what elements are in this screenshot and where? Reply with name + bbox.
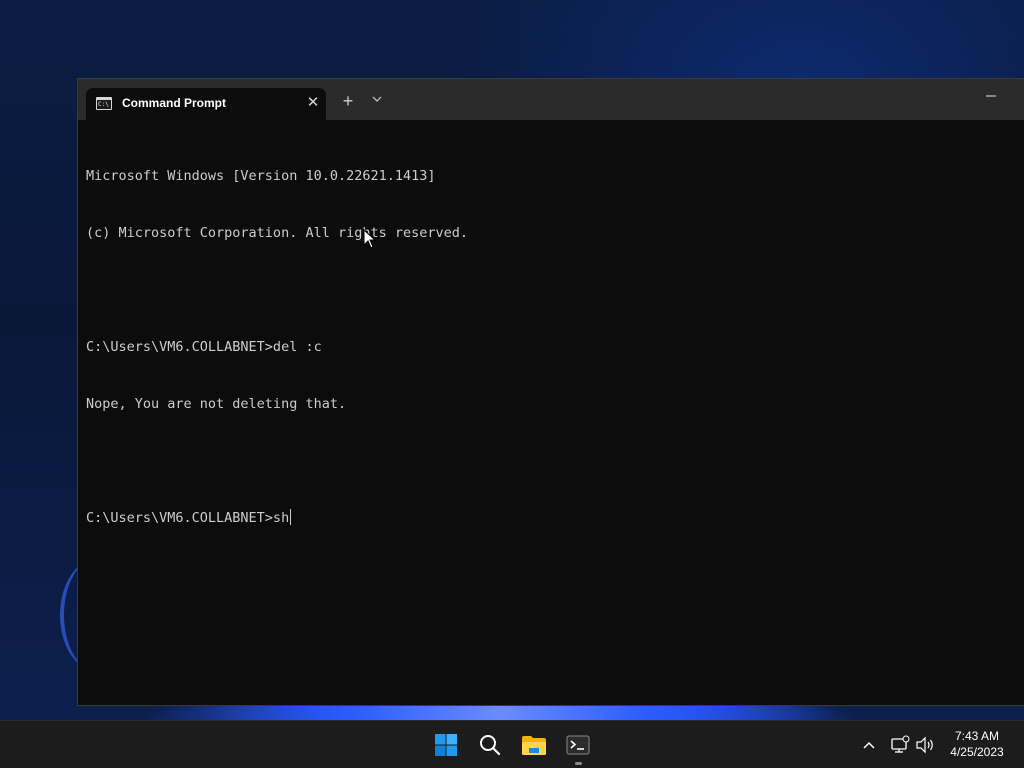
console-line: (c) Microsoft Corporation. All rights re…: [86, 225, 469, 241]
chevron-up-icon[interactable]: [860, 735, 878, 755]
clock-date: 4/25/2023: [950, 745, 1004, 759]
command-prompt-window[interactable]: C:\ Command Prompt ✕ + Microsoft Windows…: [77, 78, 1024, 706]
volume-icon[interactable]: [915, 735, 935, 755]
title-bar[interactable]: C:\ Command Prompt ✕ +: [78, 79, 1024, 120]
tab-dropdown-chevron-icon[interactable]: [369, 92, 385, 110]
new-tab-icon[interactable]: +: [339, 92, 357, 110]
minimize-icon[interactable]: [976, 87, 1006, 111]
file-explorer-icon[interactable]: [516, 727, 552, 763]
taskbar: 7:43 AM 4/25/2023: [0, 720, 1024, 768]
close-tab-icon[interactable]: ✕: [304, 94, 322, 112]
console-output[interactable]: Microsoft Windows [Version 10.0.22621.14…: [86, 129, 1016, 699]
start-icon[interactable]: [428, 727, 464, 763]
console-prompt-line[interactable]: C:\Users\VM6.COLLABNET>sh: [86, 509, 1016, 528]
text-cursor: [290, 509, 292, 525]
console-line: C:\Users\VM6.COLLABNET>del :c: [86, 339, 322, 355]
terminal-icon[interactable]: [560, 727, 596, 763]
console-line: Microsoft Windows [Version 10.0.22621.14…: [86, 168, 436, 184]
console-input[interactable]: C:\Users\VM6.COLLABNET>sh: [86, 510, 289, 526]
clock-time: 7:43 AM: [954, 729, 1000, 743]
network-icon[interactable]: [890, 735, 910, 755]
command-prompt-icon: C:\: [96, 97, 112, 110]
tab-icon-text: C:\: [98, 101, 109, 108]
search-icon[interactable]: [472, 727, 508, 763]
system-clock[interactable]: 7:43 AM 4/25/2023: [940, 728, 1014, 760]
tab-command-prompt[interactable]: C:\ Command Prompt ✕: [86, 88, 326, 120]
terminal-running-indicator: [575, 762, 582, 765]
console-line: Nope, You are not deleting that.: [86, 396, 347, 412]
mouse-pointer-icon: [363, 229, 377, 249]
tab-title: Command Prompt: [122, 96, 227, 110]
